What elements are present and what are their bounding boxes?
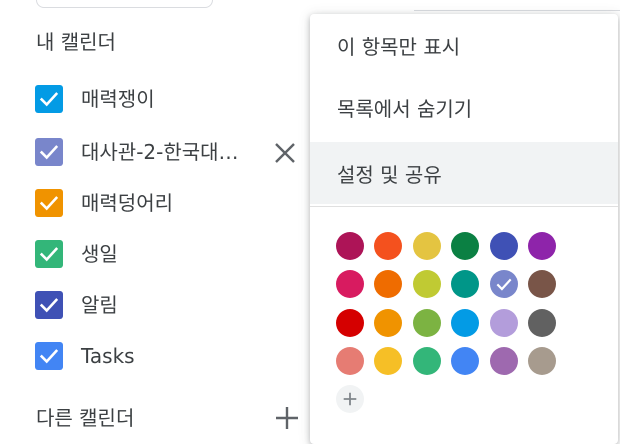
calendar-item[interactable]: 생일 <box>35 239 305 269</box>
calendar-label: 생일 <box>81 242 118 266</box>
calendar-checkbox[interactable] <box>35 85 63 113</box>
add-custom-color-button[interactable] <box>336 385 364 414</box>
calendar-label: 대사관-2-한국대… <box>81 140 239 164</box>
color-swatch[interactable] <box>412 308 441 337</box>
calendar-checkbox[interactable] <box>35 240 63 268</box>
background-toolbar-edge <box>414 0 620 11</box>
calendar-label: 매력덩어리 <box>81 191 173 215</box>
color-swatch[interactable] <box>451 270 480 299</box>
calendar-label: Tasks <box>81 344 135 368</box>
check-icon <box>39 145 59 160</box>
color-swatch[interactable] <box>336 346 364 375</box>
color-swatch[interactable] <box>374 270 403 299</box>
color-swatch[interactable] <box>374 308 403 337</box>
check-icon <box>496 278 512 291</box>
calendar-item[interactable]: 매력쟁이 <box>35 84 305 114</box>
color-swatch[interactable] <box>336 232 364 260</box>
calendar-item[interactable]: 매력덩어리 <box>35 188 305 218</box>
color-swatch[interactable] <box>528 232 556 260</box>
color-swatch[interactable] <box>528 346 556 375</box>
check-icon <box>39 196 59 211</box>
color-swatch[interactable] <box>528 308 556 337</box>
calendar-label: 알림 <box>81 293 118 317</box>
calendar-item[interactable]: 대사관-2-한국대… <box>35 137 305 167</box>
search-box[interactable] <box>36 0 213 8</box>
calendar-checkbox[interactable] <box>35 138 63 166</box>
menu-item-settings-and-sharing[interactable]: 설정 및 공유 <box>310 142 618 204</box>
check-icon <box>39 92 59 107</box>
color-swatch[interactable] <box>451 308 480 337</box>
check-icon <box>39 298 59 313</box>
color-swatch[interactable] <box>336 270 364 299</box>
check-icon <box>39 247 59 262</box>
color-swatch[interactable] <box>412 346 441 375</box>
calendar-label: 매력쟁이 <box>81 87 155 111</box>
color-swatch[interactable] <box>451 346 480 375</box>
other-calendars-title: 다른 캘린더 <box>36 406 135 430</box>
color-swatch[interactable] <box>489 308 518 337</box>
menu-item-show-only-this[interactable]: 이 항목만 표시 <box>310 14 618 76</box>
calendar-item[interactable]: Tasks <box>35 341 305 371</box>
check-icon <box>39 349 59 364</box>
color-swatch[interactable] <box>374 346 403 375</box>
color-swatch[interactable] <box>489 270 518 299</box>
menu-divider <box>310 206 618 207</box>
calendar-checkbox[interactable] <box>35 342 63 370</box>
color-swatch[interactable] <box>489 232 518 260</box>
calendar-checkbox[interactable] <box>35 189 63 217</box>
plus-icon <box>343 392 357 406</box>
plus-icon[interactable] <box>274 405 300 431</box>
color-swatch[interactable] <box>489 346 518 375</box>
calendar-checkbox[interactable] <box>35 291 63 319</box>
my-calendars-title: 내 캘린더 <box>36 30 116 54</box>
close-icon[interactable] <box>273 141 297 165</box>
calendar-item[interactable]: 알림 <box>35 290 305 320</box>
color-swatch[interactable] <box>374 232 403 260</box>
color-swatch[interactable] <box>451 232 480 260</box>
color-swatch[interactable] <box>528 270 556 299</box>
menu-item-hide-from-list[interactable]: 목록에서 숨기기 <box>310 76 618 138</box>
color-swatch[interactable] <box>412 232 441 260</box>
color-swatch[interactable] <box>412 270 441 299</box>
calendar-options-menu: 이 항목만 표시 목록에서 숨기기 설정 및 공유 <box>310 14 618 444</box>
color-swatch[interactable] <box>336 308 364 337</box>
